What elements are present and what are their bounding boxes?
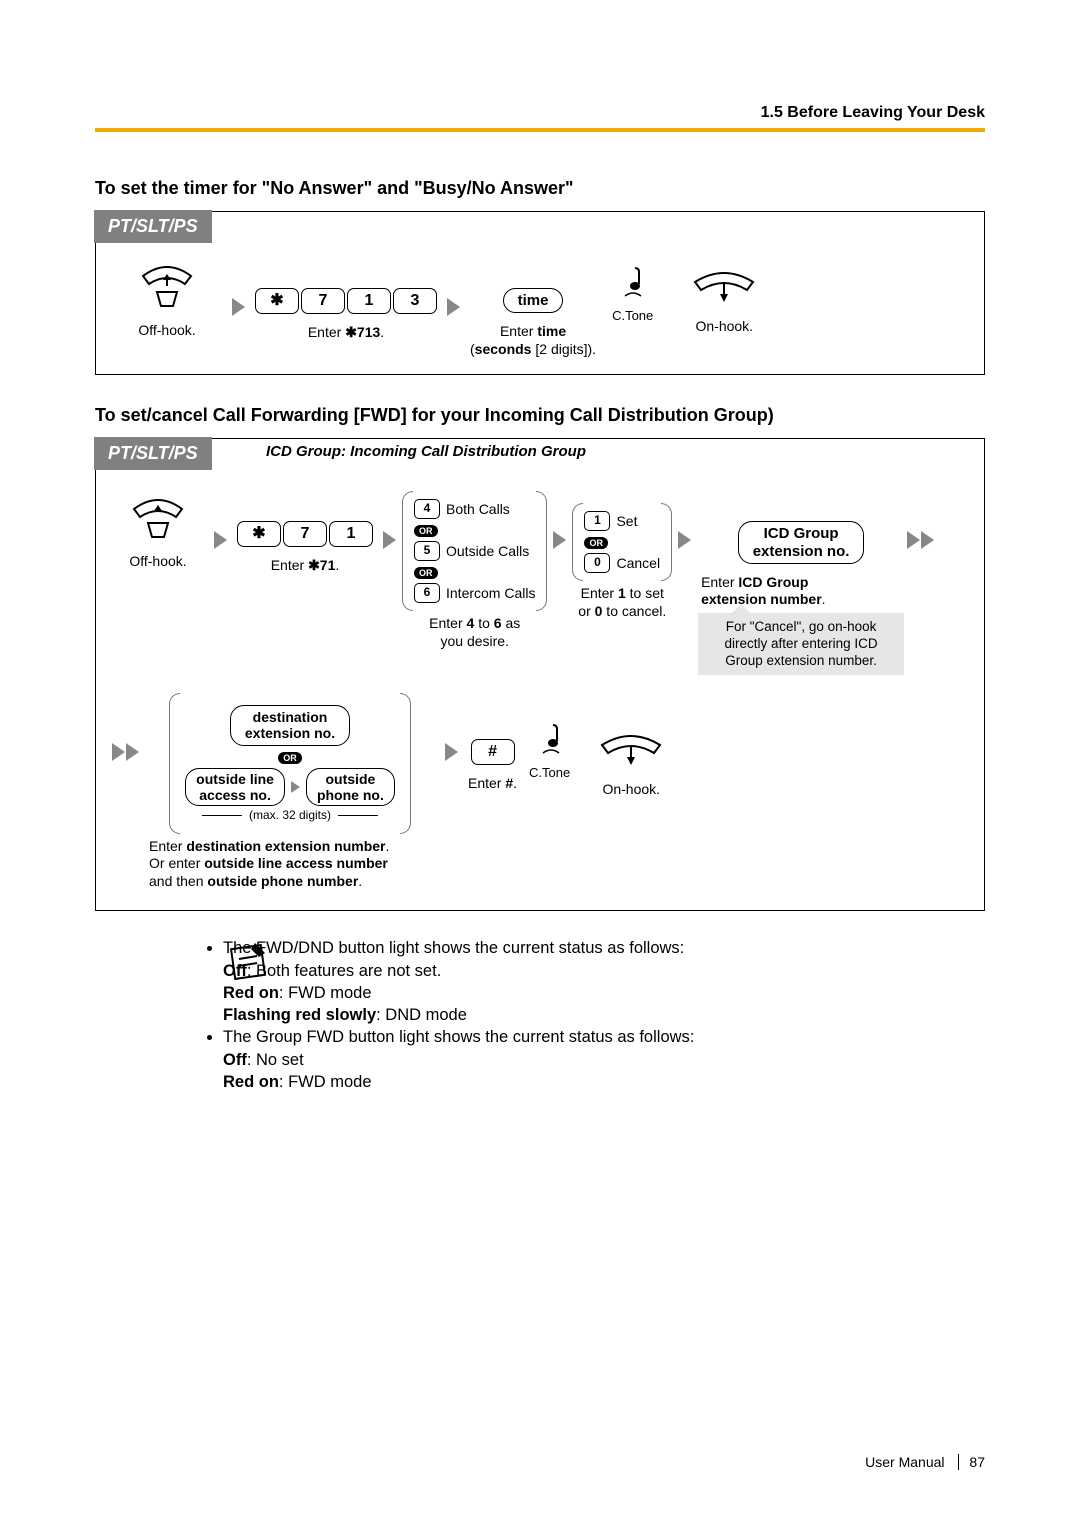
double-arrow-icon: [112, 743, 139, 761]
option-group-10: 1 Set OR 0 Cancel: [576, 509, 668, 575]
double-arrow-icon: [907, 531, 934, 549]
key-1: 1: [329, 521, 373, 547]
caption-onhook1: On-hook.: [695, 318, 753, 336]
proc-tag-1: PT/SLT/PS: [94, 210, 212, 243]
ctone-label: C.Tone: [612, 308, 653, 323]
proc-tag-2: PT/SLT/PS: [94, 437, 212, 470]
proc-box-1: PT/SLT/PS Off-hook. ✱ 7 1 3: [95, 211, 985, 375]
destination-group: destinationextension no. OR outside line…: [173, 699, 407, 827]
key-7: 7: [301, 288, 345, 314]
confirmation-tone-icon: [533, 719, 567, 763]
caption-1or0: Enter 1 to setor 0 to cancel.: [578, 585, 666, 620]
cancel-note: For "Cancel", go on-hook directly after …: [698, 613, 904, 676]
icd-group-field: ICD Groupextension no.: [738, 521, 865, 564]
caption-enter-713: Enter ✱713.: [308, 324, 384, 342]
opt-both-calls: Both Calls: [446, 501, 510, 517]
opt-intercom-calls: Intercom Calls: [446, 585, 535, 601]
key-4: 4: [414, 499, 440, 519]
or-pill: OR: [584, 537, 608, 549]
arrow-icon: [445, 743, 458, 761]
arrow-icon: [214, 531, 227, 549]
option-group-456: 4 Both Calls OR 5 Outside Calls OR 6 Interc…: [406, 497, 543, 605]
arrow-icon: [447, 298, 460, 316]
key-7: 7: [283, 521, 327, 547]
caption-enter-time: Enter time(seconds [2 digits]).: [470, 323, 596, 358]
keypad-713: ✱ 7 1 3: [255, 288, 437, 314]
time-field: time: [503, 288, 564, 313]
caption-hash: Enter #.: [468, 775, 517, 793]
opt-set: Set: [616, 513, 637, 529]
onhook-icon: [596, 725, 666, 771]
or-pill: OR: [278, 752, 302, 764]
keypad-71: ✱ 7 1: [237, 521, 373, 547]
footer-manual: User Manual: [865, 1454, 944, 1470]
caption-offhook2: Off-hook.: [129, 553, 186, 571]
outside-phone-field: outsidephone no.: [306, 768, 395, 806]
opt-cancel: Cancel: [616, 555, 660, 571]
key-6: 6: [414, 583, 440, 603]
or-pill: OR: [414, 567, 438, 579]
dest-ext-field: destinationextension no.: [230, 705, 350, 745]
caption-enter-71: Enter ✱71.: [271, 557, 340, 575]
caption-4to6: Enter 4 to 6 asyou desire.: [429, 615, 520, 650]
arrow-icon: [291, 781, 300, 793]
key-star: ✱: [237, 521, 281, 547]
caption-destination: Enter destination extension number. Or e…: [149, 838, 389, 891]
page-footer: User Manual 87: [865, 1454, 985, 1470]
list-item: The Group FWD button light shows the cur…: [223, 1026, 985, 1093]
caption-icd: Enter ICD Groupextension number.: [701, 574, 825, 609]
key-hash: #: [471, 739, 515, 765]
opt-outside-calls: Outside Calls: [446, 543, 529, 559]
key-1: 1: [584, 511, 610, 531]
key-0: 0: [584, 553, 610, 573]
key-1: 1: [347, 288, 391, 314]
note-pencil-icon: [225, 939, 271, 985]
arrow-icon: [232, 298, 245, 316]
list-item: The FWD/DND button light shows the curre…: [223, 937, 985, 1026]
arrow-icon: [553, 531, 566, 549]
max-digits-note: (max. 32 digits): [185, 808, 395, 822]
notes-list: The FWD/DND button light shows the curre…: [205, 937, 985, 1093]
breadcrumb: 1.5 Before Leaving Your Desk: [761, 104, 985, 122]
header-rule: [95, 128, 985, 132]
or-pill: OR: [414, 525, 438, 537]
offhook-icon: [135, 262, 199, 312]
arrow-icon: [383, 531, 396, 549]
proc-box-2: PT/SLT/PS ICD Group: Incoming Call Distr…: [95, 438, 985, 911]
caption-offhook1: Off-hook.: [138, 322, 195, 340]
footer-page: 87: [969, 1454, 985, 1470]
ctone-label: C.Tone: [529, 765, 570, 780]
proc-subtitle: ICD Group: Incoming Call Distribution Gr…: [266, 443, 586, 460]
onhook-icon: [689, 262, 759, 308]
arrow-icon: [678, 531, 691, 549]
section1-title: To set the timer for "No Answer" and "Bu…: [95, 178, 985, 199]
offhook-icon: [128, 495, 188, 543]
section2-title: To set/cancel Call Forwarding [FWD] for …: [95, 405, 985, 426]
confirmation-tone-icon: [615, 262, 651, 306]
key-star: ✱: [255, 288, 299, 314]
outside-line-field: outside lineaccess no.: [185, 768, 285, 806]
key-5: 5: [414, 541, 440, 561]
caption-onhook2: On-hook.: [602, 781, 660, 799]
key-3: 3: [393, 288, 437, 314]
